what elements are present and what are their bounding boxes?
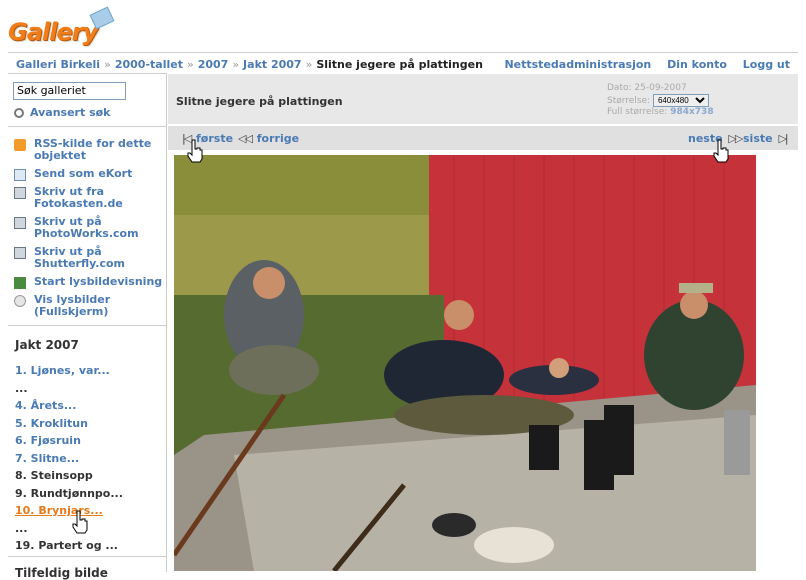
breadcrumb-2000-tallet[interactable]: 2000-tallet — [115, 58, 183, 71]
breadcrumb-2007[interactable]: 2007 — [198, 58, 229, 71]
album-item-ellipsis: ... — [15, 381, 28, 395]
rss-icon — [14, 139, 26, 151]
action-print-photoworks[interactable]: Skriv ut på PhotoWorks.com — [14, 216, 164, 240]
photo-nav-bar: |◁ første ◁◁ forrige neste ▷▷ siste ▷| — [168, 126, 798, 150]
date-value: 25-09-2007 — [634, 83, 687, 93]
slideshow-icon — [14, 277, 26, 289]
site-links: Nettstedadministrasjon Din konto Logg ut — [492, 58, 790, 71]
main-photo[interactable] — [174, 155, 756, 571]
size-label: Størrelse: — [607, 96, 651, 106]
advanced-search-link[interactable]: Avansert søk — [14, 106, 111, 119]
date-label: Dato: — [607, 83, 632, 93]
action-slideshow[interactable]: Start lysbildevisning — [14, 275, 164, 289]
last-link[interactable]: siste ▷| — [743, 132, 789, 145]
previous-label: forrige — [256, 132, 300, 145]
action-label: Vis lysbilder (Fullskjerm) — [34, 293, 111, 318]
album-item-8[interactable]: 8. Steinsopp — [15, 467, 165, 485]
full-size-link[interactable]: 984x738 — [670, 107, 713, 117]
photo-meta: Dato: 25-09-2007 Størrelse: 640x480 Full… — [607, 83, 714, 118]
hand-cursor-icon — [72, 510, 88, 534]
hand-cursor-icon — [713, 139, 729, 163]
account-link[interactable]: Din konto — [667, 58, 727, 71]
album-item-10[interactable]: 10. Brynjars... — [15, 502, 165, 520]
logout-link[interactable]: Logg ut — [743, 58, 790, 71]
search-input[interactable]: Søk galleriet — [13, 82, 126, 100]
breadcrumb-separator: » — [104, 58, 111, 71]
action-label: Skriv ut på Shutterfly.com — [34, 245, 126, 270]
action-label: RSS-kilde for dette objektet — [34, 137, 152, 162]
album-item-1[interactable]: 1. Ljønes, var... — [15, 362, 165, 380]
breadcrumb: Galleri Birkeli» 2000-tallet» 2007» Jakt 20… — [16, 58, 483, 71]
last-label: siste — [743, 132, 773, 145]
photo-header: Slitne jegere på plattingen Dato: 25-09-… — [168, 74, 798, 124]
breadcrumb-separator: » — [232, 58, 240, 71]
action-print-fotokasten[interactable]: Skriv ut fra Fotokasten.de — [14, 186, 164, 210]
random-image-title: Tilfeldig bilde — [15, 566, 108, 580]
sidebar: Søk galleriet Avansert søk RSS-kilde for… — [8, 73, 167, 580]
top-bar: Galleri Birkeli» 2000-tallet» 2007» Jakt 20… — [8, 52, 798, 73]
previous-icon: ◁◁ — [238, 132, 253, 145]
print-icon — [14, 217, 26, 229]
hand-cursor-icon — [187, 139, 203, 163]
logo-text: Gallery — [8, 18, 98, 46]
action-label: Skriv ut på PhotoWorks.com — [34, 215, 139, 240]
site-admin-link[interactable]: Nettstedadministrasjon — [504, 58, 651, 71]
ecard-icon — [14, 169, 26, 181]
magnifier-icon — [14, 108, 24, 118]
previous-link[interactable]: ◁◁ forrige — [236, 132, 299, 145]
divider — [8, 325, 166, 326]
breadcrumb-separator: » — [186, 58, 194, 71]
size-select[interactable]: 640x480 — [652, 94, 709, 107]
photo-image — [174, 155, 756, 571]
breadcrumb-current: Slitne jegere på plattingen — [316, 58, 483, 71]
action-print-shutterfly[interactable]: Skriv ut på Shutterfly.com — [14, 246, 164, 270]
album-item-5[interactable]: 5. Kroklitun — [15, 415, 165, 433]
advanced-search-label: Avansert søk — [30, 106, 111, 119]
album-item-19[interactable]: 19. Partert og ... — [15, 537, 165, 555]
print-icon — [14, 247, 26, 259]
action-label: Start lysbildevisning — [34, 275, 163, 288]
breadcrumb-jakt-2007[interactable]: Jakt 2007 — [243, 58, 302, 71]
item-actions: RSS-kilde for dette objektet Send som eK… — [14, 138, 164, 324]
photo-title: Slitne jegere på plattingen — [176, 95, 343, 108]
album-item-ellipsis: ... — [15, 521, 28, 535]
album-item-6[interactable]: 6. Fjøsruin — [15, 432, 165, 450]
breadcrumb-galleri-birkeli[interactable]: Galleri Birkeli — [16, 58, 100, 71]
album-title: Jakt 2007 — [15, 338, 79, 352]
album-item-9[interactable]: 9. Rundtjønnpo... — [15, 485, 165, 503]
fullscreen-slideshow-icon — [14, 295, 26, 307]
last-icon: ▷| — [778, 132, 788, 145]
breadcrumb-separator: » — [305, 58, 313, 71]
album-item-7[interactable]: 7. Slitne... — [15, 450, 165, 468]
gallery-logo[interactable]: Gallery — [8, 6, 118, 50]
action-fullscreen-slideshow[interactable]: Vis lysbilder (Fullskjerm) — [14, 294, 164, 318]
album-item-list: 1. Ljønes, var... ... 4. Årets... 5. Kro… — [15, 362, 165, 555]
action-label: Send som eKort — [34, 167, 133, 180]
divider — [8, 126, 166, 127]
action-label: Skriv ut fra Fotokasten.de — [34, 185, 123, 210]
action-ecard[interactable]: Send som eKort — [14, 167, 164, 181]
full-size-label: Full størrelse: — [607, 107, 668, 117]
divider — [8, 556, 166, 557]
album-item-4[interactable]: 4. Årets... — [15, 397, 165, 415]
print-icon — [14, 187, 26, 199]
action-rss[interactable]: RSS-kilde for dette objektet — [14, 138, 164, 162]
